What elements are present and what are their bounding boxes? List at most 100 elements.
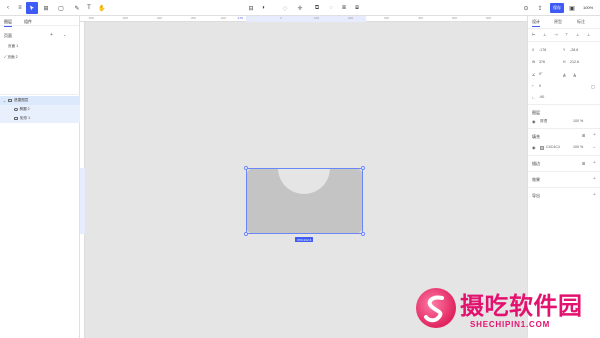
- rotation-icon: ∠: [532, 72, 536, 77]
- remove-fill-icon[interactable]: −: [593, 145, 595, 150]
- w-input[interactable]: 376: [539, 60, 545, 64]
- boolean-subtract-icon[interactable]: ⧈: [338, 2, 350, 14]
- flip-vertical-icon[interactable]: ◮: [573, 72, 576, 77]
- tab-design[interactable]: 设计: [532, 19, 540, 27]
- layer-row-ellipse[interactable]: 椭圆 2: [14, 107, 30, 112]
- position-icon[interactable]: ✛: [294, 2, 306, 14]
- flip-horizontal-icon[interactable]: ◭: [563, 72, 566, 77]
- export-icon[interactable]: ▣: [566, 2, 578, 14]
- ruler-tick: -600: [88, 16, 95, 20]
- ruler-tick: 200: [348, 16, 354, 20]
- fill-section-header: 填充: [532, 134, 540, 139]
- layer-label: 遮罩图层: [14, 98, 29, 102]
- resize-handle[interactable]: [244, 166, 248, 170]
- fill-opacity-input[interactable]: 100 %: [573, 145, 583, 149]
- x-input[interactable]: -176: [539, 48, 546, 52]
- add-page-icon[interactable]: +: [50, 32, 53, 38]
- y-input[interactable]: -28.6: [570, 48, 578, 52]
- select-tool-icon[interactable]: [26, 2, 38, 14]
- tab-layers[interactable]: 图层: [4, 19, 12, 27]
- tab-components[interactable]: 组件: [24, 19, 32, 25]
- fill-color-swatch[interactable]: [540, 146, 544, 150]
- rotation-input[interactable]: 0°: [539, 72, 542, 76]
- selection-box[interactable]: [246, 168, 363, 234]
- pages-header: 页面: [4, 33, 12, 38]
- add-effect-icon[interactable]: +: [593, 176, 596, 182]
- ruler-tick: -200: [220, 16, 227, 20]
- watermark-title: 摄吃软件园: [460, 292, 583, 320]
- boolean-union-icon[interactable]: ⧉: [311, 2, 323, 14]
- ruler-tick: 0: [280, 16, 282, 20]
- zoom-level[interactable]: 100%: [583, 5, 593, 10]
- layer-label: 椭圆 2: [19, 107, 30, 111]
- divider: [528, 28, 600, 29]
- blend-mode-select[interactable]: 穿透: [540, 119, 547, 124]
- component-icon[interactable]: ⊟: [245, 2, 257, 14]
- left-tabs: 图层 组件: [0, 16, 79, 27]
- fill-hex-input[interactable]: C4C4C4: [546, 145, 560, 149]
- resize-handle[interactable]: [244, 232, 248, 236]
- ruler-tick: -300: [190, 16, 197, 20]
- stroke-section-header: 描边: [532, 161, 540, 166]
- vertical-ruler: [80, 22, 85, 338]
- top-toolbar: ‹ ≡ ⊞ ▢ ✎ T ✋ ⊟ ◐ ◇ ✛ ⧉ ○ ⧈ ⧇ ⊙ ⇪ 保存 ▣ 1…: [0, 0, 600, 16]
- add-stroke-icon[interactable]: +: [593, 160, 596, 166]
- ruler-tick: -400: [156, 16, 163, 20]
- eye-icon[interactable]: ◉: [532, 145, 536, 150]
- rectangle-icon: [14, 117, 18, 120]
- chevron-down-icon[interactable]: ⌄: [3, 99, 6, 103]
- align-center-icon[interactable]: ⊥: [543, 32, 546, 37]
- layer-row-rect[interactable]: 矩形 1: [14, 116, 30, 121]
- h-input[interactable]: 212.6: [570, 60, 579, 64]
- text-tool-icon[interactable]: T: [83, 2, 95, 14]
- align-top-icon[interactable]: ⊤: [565, 32, 568, 37]
- watermark-url: SHECHIPIN1.COM: [470, 320, 551, 329]
- divider: [528, 41, 600, 42]
- tab-prototype[interactable]: 原型: [554, 19, 562, 25]
- angle-input[interactable]: -90: [539, 95, 544, 99]
- layer-section-header: 图层: [532, 110, 540, 115]
- align-right-icon[interactable]: ⊣: [554, 32, 557, 37]
- grid-icon[interactable]: ⊞: [582, 161, 585, 166]
- align-middle-icon[interactable]: ⊥: [576, 32, 579, 37]
- hand-tool-icon[interactable]: ✋: [96, 2, 108, 14]
- layer-row-mask[interactable]: ⌄ 遮罩图层: [3, 98, 28, 103]
- fill-icon[interactable]: ◇: [279, 2, 291, 14]
- mask-icon[interactable]: ◐: [258, 2, 270, 14]
- align-bottom-icon[interactable]: ⊥: [587, 32, 590, 37]
- divider: [0, 94, 80, 95]
- back-icon[interactable]: ‹: [2, 2, 14, 14]
- watermark-logo-icon: [416, 288, 456, 328]
- rectangle-tool-icon[interactable]: ▢: [55, 2, 67, 14]
- radius-input[interactable]: 0: [539, 84, 541, 88]
- horizontal-ruler: -600 -500 -400 -300 -200 -176 0 100 200 …: [80, 16, 527, 22]
- left-panel: 图层 组件 页面 + ⌄ 页面 1 ✓ 页面 2 ⌄ 遮罩图层 椭圆 2 矩形 …: [0, 16, 80, 338]
- share-icon[interactable]: ⇪: [534, 2, 546, 14]
- corner-radius-icon: ⌜: [532, 84, 534, 89]
- add-fill-icon[interactable]: +: [593, 132, 596, 138]
- ruler-selection: [80, 168, 85, 234]
- divider: [528, 171, 600, 172]
- layer-row-bg: [0, 105, 80, 114]
- align-left-icon[interactable]: ⊢: [532, 32, 535, 37]
- add-export-icon[interactable]: +: [593, 192, 596, 198]
- size-label: 376×212.6: [295, 237, 314, 242]
- save-button[interactable]: 保存: [550, 3, 564, 13]
- grid-icon[interactable]: ⊞: [582, 133, 585, 138]
- layer-opacity-input[interactable]: 100 %: [573, 119, 583, 123]
- boolean-intersect-icon[interactable]: ⧇: [351, 2, 363, 14]
- independent-corners-icon[interactable]: ▢: [591, 84, 595, 89]
- search-icon[interactable]: ○: [325, 2, 337, 14]
- eye-icon[interactable]: ◉: [532, 119, 536, 124]
- frame-tool-icon[interactable]: ⊞: [40, 2, 52, 14]
- page-item[interactable]: 页面 1: [8, 44, 18, 49]
- tab-inspect[interactable]: 标注: [577, 19, 585, 25]
- resize-handle[interactable]: [361, 166, 365, 170]
- play-icon[interactable]: ⊙: [520, 2, 532, 14]
- menu-icon[interactable]: ≡: [14, 2, 26, 14]
- ruler-tick: 300: [384, 16, 390, 20]
- page-item-current[interactable]: ✓ 页面 2: [4, 55, 18, 60]
- pen-tool-icon[interactable]: ✎: [71, 2, 83, 14]
- chevron-down-icon[interactable]: ⌄: [63, 32, 66, 37]
- resize-handle[interactable]: [361, 232, 365, 236]
